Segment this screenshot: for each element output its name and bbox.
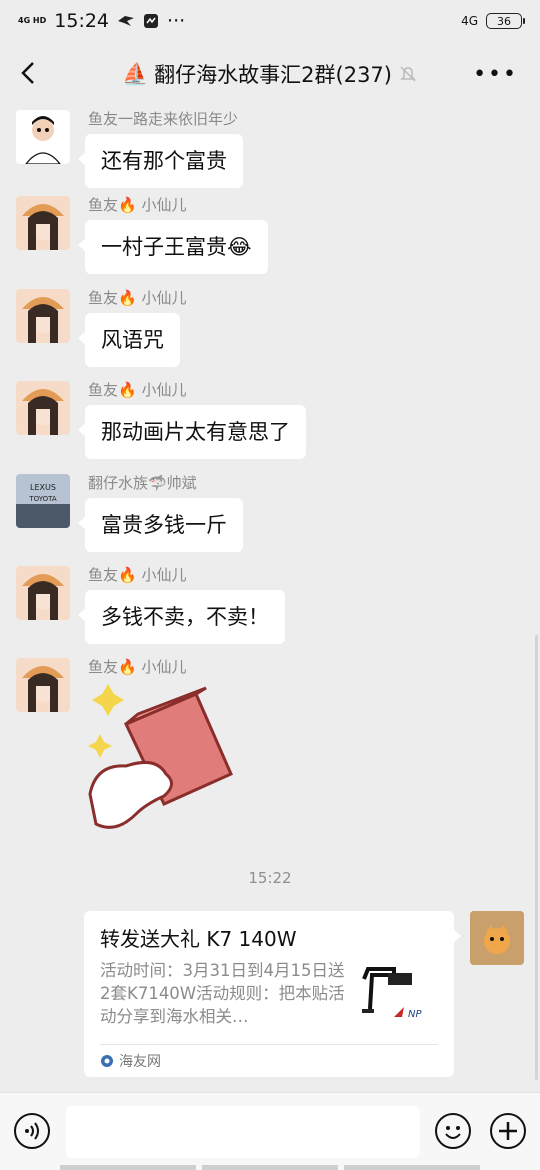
message-bubble[interactable]: 那动画片太有意思了 [78, 405, 306, 459]
card-divider [100, 1044, 438, 1045]
sender-name: 鱼友🔥 小仙儿 [88, 566, 187, 584]
add-more-icon[interactable] [490, 1113, 526, 1149]
back-icon[interactable] [14, 58, 44, 88]
system-nav-bar [60, 1165, 480, 1170]
nav-segment [202, 1165, 338, 1170]
link-card[interactable]: 转发送大礼 K7 140W 活动时间：3月31日到4月15日送2套K7140W活… [84, 911, 461, 1077]
message-bubble[interactable]: 还有那个富贵 [78, 134, 243, 188]
card-source-label: 海友网 [119, 1054, 161, 1070]
mute-bell-icon [400, 66, 416, 82]
bird-icon [118, 16, 135, 26]
product-thumbnail: NP [358, 959, 428, 1029]
brick-sticker[interactable] [86, 684, 246, 834]
avatar[interactable] [16, 381, 70, 435]
svg-text:NP: NP [408, 1009, 422, 1020]
chat-header: ⛵ 翻仔海水故事汇2群(237) ••• [0, 42, 540, 106]
avatar-brand-text: LEXUS [30, 483, 56, 492]
sender-name: 鱼友一路走来依旧年少 [88, 110, 239, 128]
sender-name: 鱼友🔥 小仙儿 [88, 381, 187, 399]
self-avatar[interactable] [470, 911, 524, 965]
avatar[interactable] [16, 110, 70, 164]
chat-title-text: 翻仔海水故事汇2群(237) [154, 63, 392, 87]
card-title: 转发送大礼 K7 140W [100, 927, 297, 951]
card-description: 活动时间：3月31日到4月15日送2套K7140W活动规则：把本贴活动分享到海水… [100, 961, 345, 1026]
chat-area: 鱼友一路走来依旧年少 还有那个富贵 鱼友🔥 小仙儿 一村子王富贵😂 鱼友🔥 小仙… [0, 100, 540, 1092]
emoji-icon[interactable] [435, 1113, 471, 1149]
status-bar: 4G HD 15:24 ··· 4G 36 [0, 0, 540, 42]
chat-title: ⛵ 翻仔海水故事汇2群(237) [122, 59, 418, 89]
avatar[interactable] [16, 289, 70, 343]
avatar[interactable] [16, 566, 70, 620]
timestamp: 15:22 [248, 869, 292, 887]
battery-icon: 36 [486, 13, 525, 29]
message-bubble[interactable]: 富贵多钱一斤 [78, 498, 243, 552]
avatar[interactable] [16, 196, 70, 250]
sender-name: 翻仔水族🦈帅斌 [88, 474, 197, 492]
message-bubble[interactable]: 多钱不卖，不卖！ [78, 590, 285, 644]
battery-level: 36 [497, 14, 511, 28]
message-input[interactable] [66, 1106, 420, 1158]
scrollbar[interactable] [535, 635, 538, 1080]
card-source: 海友网 [100, 1051, 161, 1071]
more-options-icon[interactable]: ••• [473, 62, 518, 87]
status-time: 15:24 [54, 10, 110, 32]
message-bubble[interactable]: 一村子王富贵😂 [78, 220, 268, 274]
voice-input-icon[interactable] [14, 1113, 50, 1149]
input-bar [0, 1092, 540, 1170]
network-indicator-right: 4G [461, 14, 478, 28]
message-bubble[interactable]: 风语咒 [78, 313, 180, 367]
boat-icon: ⛵ [122, 61, 149, 86]
avatar[interactable]: LEXUS TOYOTA [16, 474, 70, 528]
network-indicator: 4G HD [18, 16, 47, 25]
sender-name: 鱼友🔥 小仙儿 [88, 289, 187, 307]
source-logo-icon [101, 1055, 113, 1067]
message-icon [144, 14, 159, 28]
sender-name: 鱼友🔥 小仙儿 [88, 196, 187, 214]
avatar[interactable] [16, 658, 70, 712]
nav-segment [60, 1165, 196, 1170]
avatar-brand-text: TOYOTA [28, 495, 57, 503]
nav-segment [344, 1165, 480, 1170]
more-status-icon: ··· [167, 10, 186, 32]
sender-name: 鱼友🔥 小仙儿 [88, 658, 187, 676]
